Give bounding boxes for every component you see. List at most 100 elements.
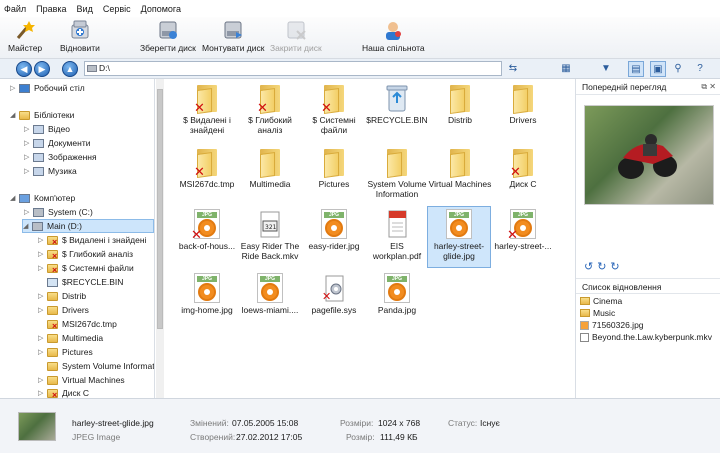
menu-file[interactable]: Файл	[4, 4, 26, 14]
item-recycle-bin[interactable]: $RECYCLE.BIN	[365, 81, 429, 143]
item-system-files[interactable]: ✕ $ Системні файли	[302, 81, 366, 143]
forward-button[interactable]: ▶	[34, 61, 50, 77]
folder-icon	[510, 83, 536, 115]
tree-disk-c[interactable]: ▷Диск C	[38, 386, 89, 398]
folder-icon	[580, 297, 590, 305]
panel-toggle-icon[interactable]: ▤	[628, 61, 644, 77]
mkv-file-icon: 321	[257, 209, 283, 239]
up-button[interactable]: ▲	[62, 61, 78, 77]
recovery-item-jpg[interactable]: 71560326.jpg	[580, 319, 644, 331]
libraries-icon	[19, 110, 30, 120]
jpg-file-icon: JPG ✕	[191, 209, 220, 241]
tree-multimedia[interactable]: ▷ Multimedia	[38, 331, 103, 345]
item-msi[interactable]: ✕ MSI267dc.tmp	[175, 145, 239, 207]
item-deep-analysis[interactable]: ✕ $ Глибокий аналіз	[238, 81, 302, 143]
jpg-file-icon: JPG	[321, 209, 347, 239]
item-vms[interactable]: Virtual Machines	[428, 145, 492, 207]
folder-icon	[447, 83, 473, 115]
menu-view[interactable]: Вид	[77, 4, 93, 14]
tree-vms[interactable]: ▷ Virtual Machines	[38, 373, 125, 387]
mount-disk-button[interactable]: Монтувати диск	[202, 19, 264, 53]
community-button[interactable]: Наша спільнота	[362, 19, 425, 53]
item-pictures[interactable]: Pictures	[302, 145, 366, 207]
view-mode-icon[interactable]: ▦	[558, 61, 574, 77]
tree-deep-analysis[interactable]: ▷$ Глибокий аналіз	[38, 247, 133, 261]
rotate-controls[interactable]: ↺↻↻	[584, 260, 624, 273]
folder-icon	[47, 291, 58, 301]
tree-video[interactable]: ▷ Відео	[24, 122, 70, 136]
item-loews[interactable]: JPG loews-miami....	[238, 271, 302, 333]
folder-icon	[47, 375, 58, 385]
menu-help[interactable]: Допомога	[141, 4, 181, 14]
tree-pictures[interactable]: ▷ Pictures	[38, 345, 93, 359]
item-img-home[interactable]: JPG img-home.jpg	[175, 271, 239, 333]
refresh-icon[interactable]: ⇆	[505, 61, 521, 77]
folder-icon: ✕	[321, 83, 347, 115]
tree-msi[interactable]: MSI267dc.tmp	[38, 317, 117, 331]
tree-deleted-found[interactable]: ▷$ Видалені і знайдені	[38, 233, 146, 247]
item-easy-rider-jpg[interactable]: JPG easy-rider.jpg	[302, 207, 366, 269]
tree-recycle[interactable]: $RECYCLE.BIN	[38, 275, 123, 289]
tree-drivers[interactable]: ▷ Drivers	[38, 303, 89, 317]
item-disk-c[interactable]: ✕ Диск C	[491, 145, 555, 207]
folder-icon	[47, 235, 58, 246]
filter-icon[interactable]: ▼	[598, 61, 614, 77]
item-panda[interactable]: JPG Panda.jpg	[365, 271, 429, 333]
tree-system-files[interactable]: ▷$ Системні файли	[38, 261, 134, 275]
item-deleted-found[interactable]: ✕ $ Видалені і знайдені	[175, 81, 239, 143]
tree-system-c[interactable]: ▷ System (C:)	[24, 205, 93, 219]
recovery-item-music[interactable]: Music	[580, 307, 615, 319]
jpg-file-icon: JPG	[384, 273, 410, 303]
svg-text:321: 321	[265, 224, 277, 231]
recovery-item-cinema[interactable]: Cinema	[580, 295, 622, 307]
tree-images[interactable]: ▷ Зображення	[24, 150, 97, 164]
tree-desktop[interactable]: ▷ Робочий стіл	[10, 81, 85, 95]
tree-documents[interactable]: ▷ Документи	[24, 136, 90, 150]
item-harley-street-2[interactable]: JPG ✕ harley-street-...	[491, 207, 555, 269]
jpg-file-icon: JPG	[194, 273, 220, 303]
menu-service[interactable]: Сервіс	[103, 4, 131, 14]
jpg-file-icon	[580, 320, 589, 330]
wizard-button[interactable]: Майстер	[8, 19, 42, 53]
panel-pin-close-icons[interactable]: ⧉ ✕	[701, 79, 716, 95]
scrollbar-thumb[interactable]	[157, 89, 163, 329]
item-distrib[interactable]: Distrib	[428, 81, 492, 143]
close-disk-button[interactable]: Закрити диск	[270, 19, 322, 53]
item-back-of-house[interactable]: JPG ✕ back-of-hous...	[175, 207, 239, 269]
menu-edit[interactable]: Правка	[36, 4, 66, 14]
save-disk-button[interactable]: Зберегти диск	[140, 19, 196, 53]
item-pagefile[interactable]: ✕ pagefile.sys	[302, 271, 366, 333]
file-thumbnail	[18, 412, 56, 441]
status-state: Існує	[480, 418, 500, 428]
mkv-file-icon	[580, 332, 589, 342]
item-harley-street-glide[interactable]: JPG harley-street-glide.jpg	[427, 206, 491, 268]
svg-text:✕: ✕	[322, 290, 331, 303]
drive-c-icon	[33, 207, 44, 217]
help-icon[interactable]: ?	[692, 61, 708, 77]
back-button[interactable]: ◀	[16, 61, 32, 77]
recover-button[interactable]: Відновити	[60, 19, 100, 53]
address-input[interactable]: D:\	[84, 61, 502, 76]
folder-icon	[47, 263, 58, 274]
tree-computer[interactable]: ◢ Комп'ютер	[10, 191, 75, 205]
item-svi[interactable]: System Volume Information	[365, 145, 429, 207]
tree-libraries[interactable]: ◢ Бібліотеки	[10, 108, 74, 122]
tree-main-d[interactable]: ◢ Main (D:)	[22, 219, 154, 233]
folder-icon	[580, 309, 590, 317]
item-eis-pdf[interactable]: EIS workplan.pdf	[365, 207, 429, 269]
item-multimedia[interactable]: Multimedia	[238, 145, 302, 207]
save-icon[interactable]: ▣	[650, 61, 666, 77]
tree-svi[interactable]: System Volume Informati	[38, 359, 154, 373]
item-drivers[interactable]: Drivers	[491, 81, 555, 143]
tree-scrollbar[interactable]	[156, 79, 164, 398]
tree-distrib[interactable]: ▷ Distrib	[38, 289, 86, 303]
search-icon[interactable]: ⚲	[670, 61, 686, 77]
computer-icon	[19, 193, 30, 203]
folder-icon: ✕	[194, 147, 220, 179]
folder-icon: ✕	[510, 147, 536, 179]
item-easy-rider-mkv[interactable]: 321 Easy Rider The Ride Back.mkv	[238, 207, 302, 269]
jpg-file-icon: JPG	[446, 209, 472, 239]
recovery-item-mkv[interactable]: Beyond.the.Law.kyberpunk.mkv	[580, 331, 712, 343]
image-preview	[584, 105, 714, 205]
tree-music[interactable]: ▷ Музика	[24, 164, 77, 178]
